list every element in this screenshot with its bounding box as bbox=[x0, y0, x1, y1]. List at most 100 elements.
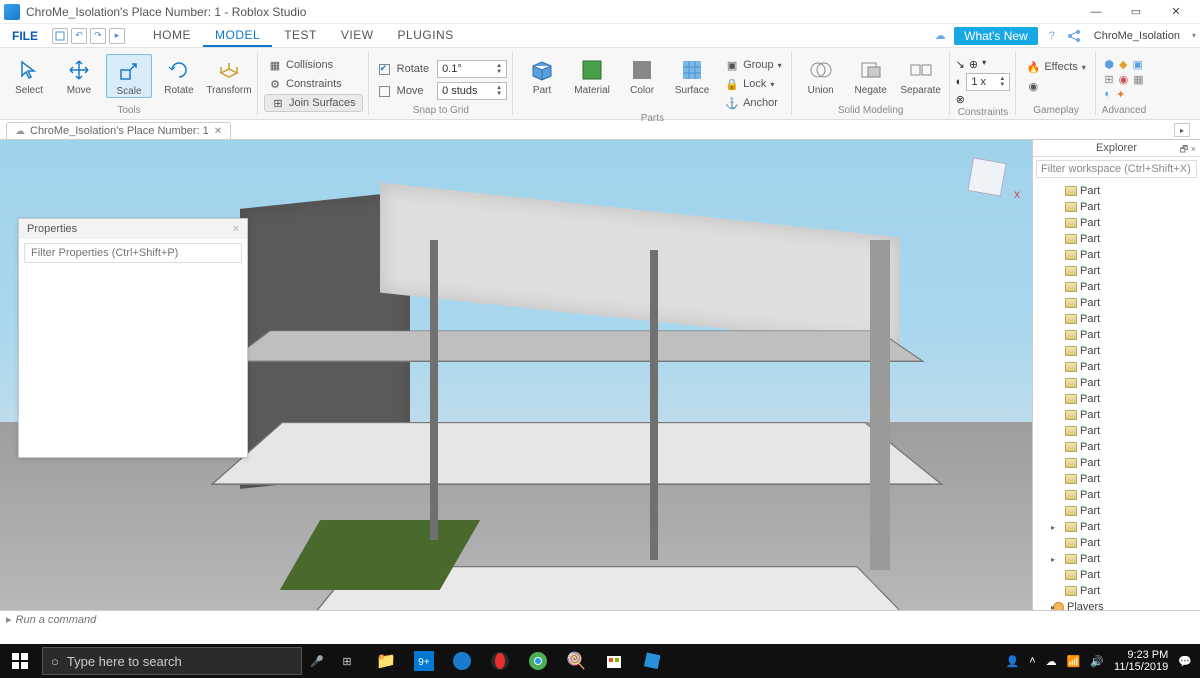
taskbar-app-store[interactable] bbox=[596, 644, 632, 678]
color-button[interactable]: Color bbox=[619, 54, 665, 96]
tree-item-part[interactable]: Part bbox=[1037, 535, 1198, 551]
taskbar-app-chrome[interactable] bbox=[520, 644, 556, 678]
adv-icon[interactable]: ▣ bbox=[1132, 58, 1142, 71]
tree-item-part[interactable]: Part bbox=[1037, 583, 1198, 599]
tab-test[interactable]: TEST bbox=[272, 25, 329, 47]
taskbar-app[interactable]: 📁 bbox=[368, 644, 404, 678]
taskbar-app[interactable]: 9+ bbox=[406, 644, 442, 678]
negate-button[interactable]: Negate bbox=[848, 54, 894, 96]
surface-button[interactable]: Surface bbox=[669, 54, 715, 96]
tree-item-part[interactable]: Part bbox=[1037, 359, 1198, 375]
panel-expand-button[interactable]: ▸ bbox=[1174, 123, 1190, 137]
constraint-icon[interactable]: ◐ bbox=[956, 76, 963, 88]
tree-item-part[interactable]: Part bbox=[1037, 455, 1198, 471]
taskview-icon[interactable]: ⊞ bbox=[332, 655, 362, 668]
tab-view[interactable]: VIEW bbox=[329, 25, 386, 47]
share-icon[interactable] bbox=[1066, 28, 1082, 44]
anchor-button[interactable]: ⚓Anchor bbox=[721, 94, 786, 112]
constraints-toggle[interactable]: ⚙Constraints bbox=[264, 75, 363, 93]
adv-icon[interactable]: ⬢ bbox=[1104, 58, 1114, 71]
adv-icon[interactable]: ⊞ bbox=[1104, 73, 1113, 86]
tab-model[interactable]: MODEL bbox=[203, 25, 272, 47]
tab-plugins[interactable]: PLUGINS bbox=[386, 25, 466, 47]
rotate-button[interactable]: Rotate bbox=[156, 54, 202, 96]
qat-redo-button[interactable]: ↷ bbox=[90, 28, 106, 44]
tray-chevron-icon[interactable]: ˄ bbox=[1029, 655, 1035, 667]
group-button[interactable]: ▣Group▾ bbox=[721, 56, 786, 74]
tree-item-part[interactable]: Part bbox=[1037, 295, 1198, 311]
explorer-tree[interactable]: PartPartPartPartPartPartPartPartPartPart… bbox=[1033, 181, 1200, 610]
constraint-icon[interactable]: ⊗ bbox=[956, 93, 965, 106]
viewport-3d[interactable]: X Properties× bbox=[0, 140, 1032, 610]
adv-icon[interactable]: ◆ bbox=[1119, 58, 1127, 71]
union-button[interactable]: Union bbox=[798, 54, 844, 96]
tree-item-part[interactable]: Part bbox=[1037, 311, 1198, 327]
tree-item-part[interactable]: Part bbox=[1037, 487, 1198, 503]
spawn-button[interactable]: ◉ bbox=[1022, 77, 1089, 95]
tree-item-part[interactable]: Part bbox=[1037, 247, 1198, 263]
notifications-icon[interactable]: 💬 bbox=[1178, 655, 1192, 668]
separate-button[interactable]: Separate bbox=[898, 54, 944, 96]
tree-item-part[interactable]: Part bbox=[1037, 375, 1198, 391]
collisions-toggle[interactable]: ▦Collisions bbox=[264, 56, 363, 74]
tree-item-part[interactable]: Part bbox=[1037, 343, 1198, 359]
cloud-icon[interactable]: ☁ bbox=[932, 28, 948, 44]
adv-icon[interactable]: ▦ bbox=[1133, 73, 1143, 86]
minimize-button[interactable]: — bbox=[1076, 0, 1116, 24]
effects-button[interactable]: 🔥Effects▾ bbox=[1022, 58, 1089, 76]
explorer-filter-input[interactable]: Filter workspace (Ctrl+Shift+X) bbox=[1036, 160, 1197, 178]
scale-button[interactable]: Scale bbox=[106, 54, 152, 98]
qat-button[interactable]: ▸ bbox=[109, 28, 125, 44]
part-button[interactable]: Part bbox=[519, 54, 565, 96]
tree-item-part[interactable]: Part bbox=[1037, 279, 1198, 295]
adv-icon[interactable]: ◉ bbox=[1119, 73, 1129, 86]
tree-item-part[interactable]: ▸Part bbox=[1037, 551, 1198, 567]
tray-volume-icon[interactable]: 🔊 bbox=[1090, 655, 1104, 668]
close-icon[interactable]: × bbox=[233, 223, 239, 235]
move-snap-toggle[interactable]: Move bbox=[375, 82, 433, 100]
mic-icon[interactable]: 🎤 bbox=[302, 655, 332, 668]
taskbar-app-opera[interactable] bbox=[482, 644, 518, 678]
command-input[interactable] bbox=[16, 614, 1194, 626]
rotate-snap-toggle[interactable]: Rotate bbox=[375, 60, 433, 78]
adv-icon[interactable]: ✦ bbox=[1116, 88, 1125, 101]
tree-item-part[interactable]: Part bbox=[1037, 407, 1198, 423]
taskbar-search[interactable]: ○Type here to search bbox=[42, 647, 302, 675]
start-button[interactable] bbox=[0, 644, 40, 678]
qat-button[interactable] bbox=[52, 28, 68, 44]
constraint-icon[interactable]: ⊕ bbox=[969, 58, 978, 71]
select-button[interactable]: Select bbox=[6, 54, 52, 96]
tree-item-part[interactable]: Part bbox=[1037, 199, 1198, 215]
pin-icon[interactable]: 🗗 × bbox=[1180, 142, 1196, 158]
taskbar-app-roblox[interactable] bbox=[634, 644, 670, 678]
constraint-icon[interactable]: ↘ bbox=[956, 58, 965, 71]
rotate-snap-input[interactable]: 0.1°▲▼ bbox=[437, 60, 507, 78]
tree-item-part[interactable]: Part bbox=[1037, 423, 1198, 439]
tree-item-part[interactable]: Part bbox=[1037, 183, 1198, 199]
help-icon[interactable]: ? bbox=[1044, 28, 1060, 44]
tree-item-part[interactable]: Part bbox=[1037, 503, 1198, 519]
tree-item-part[interactable]: Part bbox=[1037, 215, 1198, 231]
tree-item-players[interactable]: ▸Players bbox=[1037, 599, 1198, 610]
tree-item-part[interactable]: Part bbox=[1037, 263, 1198, 279]
tree-item-part[interactable]: Part bbox=[1037, 231, 1198, 247]
tree-item-part[interactable]: Part bbox=[1037, 567, 1198, 583]
qat-undo-button[interactable]: ↶ bbox=[71, 28, 87, 44]
user-name[interactable]: ChroMe_Isolation bbox=[1088, 30, 1186, 42]
taskbar-app[interactable]: 🍭 bbox=[558, 644, 594, 678]
move-snap-input[interactable]: 0 studs▲▼ bbox=[437, 82, 507, 100]
command-bar[interactable]: ▸ bbox=[0, 610, 1200, 628]
taskbar-app-edge[interactable] bbox=[444, 644, 480, 678]
tree-item-part[interactable]: Part bbox=[1037, 327, 1198, 343]
tab-home[interactable]: HOME bbox=[141, 25, 203, 47]
close-tab-icon[interactable]: ✕ bbox=[214, 126, 222, 137]
view-gizmo[interactable]: X bbox=[952, 150, 1022, 220]
tray-cloud-icon[interactable]: ☁ bbox=[1046, 655, 1057, 668]
scale-input[interactable]: 1 x▲▼ bbox=[966, 73, 1010, 91]
clock[interactable]: 9:23 PM 11/15/2019 bbox=[1114, 649, 1168, 673]
tree-item-part[interactable]: Part bbox=[1037, 471, 1198, 487]
tray-icon[interactable]: 👤 bbox=[1006, 655, 1020, 668]
tray-wifi-icon[interactable]: 📶 bbox=[1067, 655, 1081, 668]
join-surfaces-button[interactable]: ⊞Join Surfaces bbox=[264, 94, 363, 112]
file-menu[interactable]: FILE bbox=[4, 29, 46, 43]
